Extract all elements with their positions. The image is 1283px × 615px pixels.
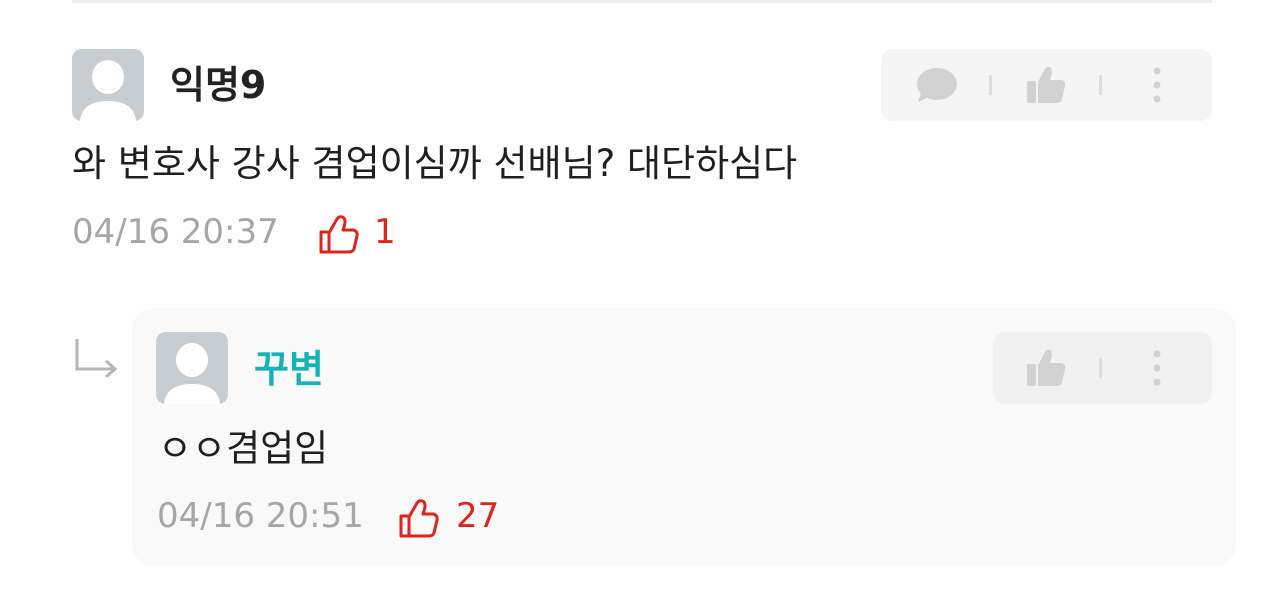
comment-timestamp: 04/16 20:37 (72, 212, 279, 252)
reply-action-bar (993, 332, 1212, 404)
default-avatar-icon (156, 332, 228, 404)
separator (1099, 75, 1102, 95)
divider (72, 0, 1212, 3)
thumbs-up-icon[interactable] (1025, 65, 1067, 105)
comment-like-count: 1 (374, 212, 396, 252)
comment-author: 익명9 (170, 63, 267, 107)
thumbs-up-icon[interactable] (1025, 348, 1067, 388)
reply-container: 꾸변 ㅇㅇ겸업임 04/16 20:51 27 (132, 308, 1236, 566)
more-vertical-icon[interactable] (1152, 67, 1162, 103)
reply-arrow-icon (75, 339, 118, 377)
reply-timestamp: 04/16 20:51 (157, 496, 364, 536)
reply-text: ㅇㅇ겸업임 (158, 427, 329, 470)
thumbs-up-outline-icon[interactable] (318, 214, 360, 256)
more-vertical-icon[interactable] (1152, 350, 1162, 386)
reply-author: 꾸변 (254, 347, 324, 391)
separator (1099, 358, 1102, 378)
thumbs-up-outline-icon[interactable] (398, 498, 440, 540)
avatar[interactable] (156, 332, 228, 404)
comment-thread: 익명9 와 변호사 강사 겸업이심까 선배님? 대단하심다 04/16 20:3… (0, 0, 1283, 615)
avatar[interactable] (72, 49, 144, 121)
speech-bubble-icon[interactable] (915, 67, 959, 103)
comment-action-bar (881, 49, 1212, 121)
separator (989, 75, 992, 95)
comment-text: 와 변호사 강사 겸업이심까 선배님? 대단하심다 (72, 142, 798, 185)
default-avatar-icon (72, 49, 144, 121)
reply-like-count: 27 (456, 496, 500, 536)
